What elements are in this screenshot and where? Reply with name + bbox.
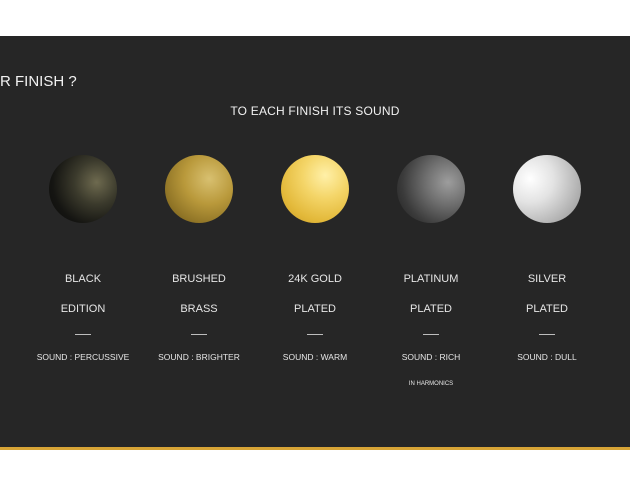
finish-name-line1: 24K GOLD bbox=[288, 273, 342, 285]
finish-name-line2: EDITION bbox=[60, 303, 106, 315]
finish-sound-extra bbox=[255, 379, 375, 389]
finish-name-line2: BRASS bbox=[180, 303, 218, 315]
finish-option-black-edition[interactable]: BLACK EDITION SOUND : PERCUSSIVE bbox=[23, 155, 143, 389]
finish-swatch-black bbox=[49, 155, 117, 223]
finish-sound: SOUND : PERCUSSIVE bbox=[36, 352, 130, 362]
finish-sound: SOUND : WARM bbox=[282, 352, 348, 362]
finish-swatch-platinum bbox=[397, 155, 465, 223]
finish-sound: SOUND : DULL bbox=[517, 352, 577, 362]
finish-swatch-brass bbox=[165, 155, 233, 223]
finish-divider bbox=[75, 334, 91, 335]
finish-sound-extra bbox=[139, 379, 259, 389]
finish-sound: SOUND : RICH bbox=[401, 352, 461, 362]
finish-name-line2: PLATED bbox=[526, 303, 568, 315]
finish-option-silver-plated[interactable]: SILVER PLATED SOUND : DULL bbox=[487, 155, 607, 389]
finish-sound: SOUND : BRIGHTER bbox=[158, 352, 240, 362]
section-subheading: TO EACH FINISH ITS SOUND bbox=[230, 104, 400, 118]
finish-sound-extra bbox=[23, 379, 143, 389]
finish-swatch-silver bbox=[513, 155, 581, 223]
finish-divider bbox=[423, 334, 439, 335]
finish-sound-extra: IN HARMONICS bbox=[408, 381, 454, 387]
section-heading: R FINISH ? bbox=[0, 73, 77, 90]
finish-option-platinum-plated[interactable]: PLATINUM PLATED SOUND : RICH IN HARMONIC… bbox=[371, 155, 491, 389]
finish-option-brushed-brass[interactable]: BRUSHED BRASS SOUND : BRIGHTER bbox=[139, 155, 259, 389]
finish-name-line2: PLATED bbox=[294, 303, 336, 315]
finish-name-line1: SILVER bbox=[527, 273, 567, 285]
finish-name-line1: BRUSHED bbox=[172, 273, 226, 285]
finish-option-24k-gold-plated[interactable]: 24K GOLD PLATED SOUND : WARM bbox=[255, 155, 375, 389]
finish-divider bbox=[307, 334, 323, 335]
finish-divider bbox=[191, 334, 207, 335]
finish-name-line2: PLATED bbox=[410, 303, 452, 315]
finish-name-line1: PLATINUM bbox=[403, 273, 459, 285]
finish-swatch-gold bbox=[281, 155, 349, 223]
accent-divider-line bbox=[0, 447, 630, 450]
finish-name-line1: BLACK bbox=[64, 273, 102, 285]
finish-sound-extra bbox=[487, 379, 607, 389]
finish-divider bbox=[539, 334, 555, 335]
